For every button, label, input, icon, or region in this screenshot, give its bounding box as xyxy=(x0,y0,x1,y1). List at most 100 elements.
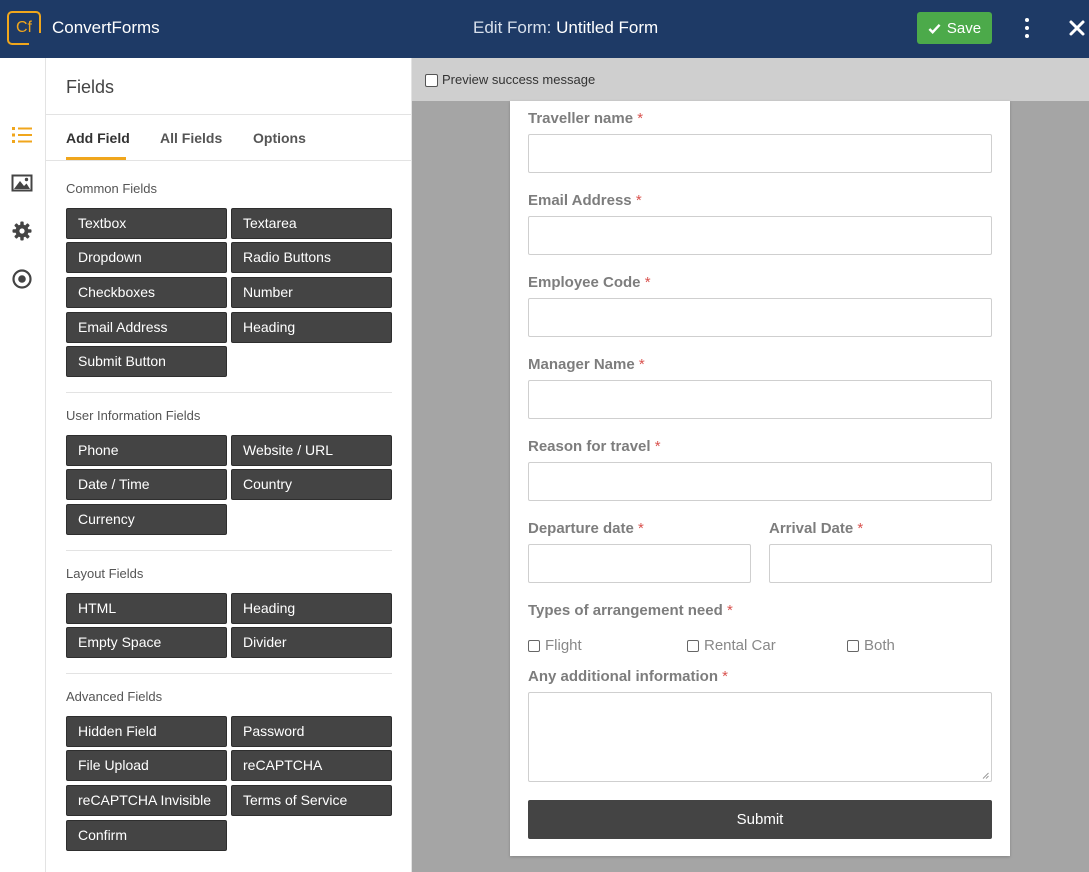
field-button-checkboxes[interactable]: Checkboxes xyxy=(66,277,227,308)
additional-information-textarea[interactable] xyxy=(528,692,992,782)
label-text: Arrival Date xyxy=(769,520,854,537)
field-button-hidden-field[interactable]: Hidden Field xyxy=(66,716,227,747)
field-button-empty-space[interactable]: Empty Space xyxy=(66,627,227,658)
label-text: Any additional information xyxy=(528,668,718,685)
field-button-email-address[interactable]: Email Address xyxy=(66,312,227,343)
manager-name-input[interactable] xyxy=(528,380,992,419)
field-button-layout-heading[interactable]: Heading xyxy=(231,593,392,624)
image-icon[interactable] xyxy=(11,172,33,194)
tab-all-fields[interactable]: All Fields xyxy=(160,130,222,146)
field-button-phone[interactable]: Phone xyxy=(66,435,227,466)
field-button-date-time[interactable]: Date / Time xyxy=(66,469,227,500)
required-mark: * xyxy=(644,274,651,291)
divider xyxy=(66,673,392,674)
field-button-heading[interactable]: Heading xyxy=(231,312,392,343)
employee-code-input[interactable] xyxy=(528,298,992,337)
field-label-email-address: Email Address * xyxy=(528,192,642,209)
group-title-advanced: Advanced Fields xyxy=(66,689,163,704)
checkbox-box[interactable] xyxy=(687,639,699,652)
departure-date-input[interactable] xyxy=(528,544,751,583)
logo-icon: Cf xyxy=(7,11,41,45)
tab-add-field[interactable]: Add Field xyxy=(66,130,130,146)
required-mark: * xyxy=(638,356,645,373)
field-button-recaptcha-invisible[interactable]: reCAPTCHA Invisible xyxy=(66,785,227,816)
field-label-reason-for-travel: Reason for travel * xyxy=(528,438,661,455)
field-button-terms-of-service[interactable]: Terms of Service xyxy=(231,785,392,816)
checkbox-flight[interactable]: Flight xyxy=(528,637,582,654)
email-address-input[interactable] xyxy=(528,216,992,255)
divider xyxy=(66,550,392,551)
field-button-password[interactable]: Password xyxy=(231,716,392,747)
check-icon xyxy=(928,23,941,34)
close-icon[interactable] xyxy=(1066,17,1088,39)
field-button-html[interactable]: HTML xyxy=(66,593,227,624)
submit-button[interactable]: Submit xyxy=(528,800,992,839)
label-text: Types of arrangement need xyxy=(528,602,723,619)
field-button-recaptcha[interactable]: reCAPTCHA xyxy=(231,750,392,781)
checkbox-box[interactable] xyxy=(847,639,859,652)
field-button-radio-buttons[interactable]: Radio Buttons xyxy=(231,242,392,273)
required-mark: * xyxy=(722,668,729,685)
required-mark: * xyxy=(726,602,733,619)
checkbox-label: Rental Car xyxy=(704,637,776,654)
label-text: Reason for travel xyxy=(528,438,651,455)
checkbox-label: Both xyxy=(864,637,895,654)
field-label-additional-information: Any additional information * xyxy=(528,668,728,685)
brand-name: ConvertForms xyxy=(52,18,160,37)
field-button-website-url[interactable]: Website / URL xyxy=(231,435,392,466)
field-label-employee-code: Employee Code * xyxy=(528,274,651,291)
top-bar: Cf ConvertForms Edit Form: Untitled Form… xyxy=(0,0,1089,58)
divider xyxy=(46,160,412,161)
field-label-traveller-name: Traveller name * xyxy=(528,110,643,127)
label-text: Email Address xyxy=(528,192,632,209)
field-button-number[interactable]: Number xyxy=(231,277,392,308)
preview-toolbar: Preview success message xyxy=(412,58,1089,101)
field-button-currency[interactable]: Currency xyxy=(66,504,227,535)
field-button-textarea[interactable]: Textarea xyxy=(231,208,392,239)
icon-rail xyxy=(0,58,46,872)
required-mark: * xyxy=(635,192,642,209)
label-text: Manager Name xyxy=(528,356,635,373)
checkbox-box[interactable] xyxy=(528,639,540,652)
arrival-date-input[interactable] xyxy=(769,544,992,583)
group-title-layout: Layout Fields xyxy=(66,566,144,581)
required-mark: * xyxy=(857,520,864,537)
preview-success-checkbox[interactable] xyxy=(425,74,438,87)
preview-success-label: Preview success message xyxy=(442,72,596,87)
list-icon[interactable] xyxy=(11,124,33,146)
logo-text: Cf xyxy=(16,19,32,36)
save-label: Save xyxy=(946,19,982,37)
label-text: Traveller name xyxy=(528,110,634,127)
field-button-textbox[interactable]: Textbox xyxy=(66,208,227,239)
required-mark: * xyxy=(654,438,661,455)
reason-for-travel-input[interactable] xyxy=(528,462,992,501)
field-button-dropdown[interactable]: Dropdown xyxy=(66,242,227,273)
checkbox-both[interactable]: Both xyxy=(847,637,895,654)
field-button-submit-button[interactable]: Submit Button xyxy=(66,346,227,377)
traveller-name-input[interactable] xyxy=(528,134,992,173)
more-vertical-icon[interactable] xyxy=(1018,16,1036,40)
field-button-file-upload[interactable]: File Upload xyxy=(66,750,227,781)
field-button-confirm[interactable]: Confirm xyxy=(66,820,227,851)
target-icon[interactable] xyxy=(11,268,33,290)
group-title-user-information: User Information Fields xyxy=(66,408,201,423)
field-label-arrangement-type: Types of arrangement need * xyxy=(528,602,733,619)
label-text: Employee Code xyxy=(528,274,641,291)
title-prefix: Edit Form: xyxy=(473,18,552,37)
tab-options[interactable]: Options xyxy=(253,130,306,146)
divider xyxy=(46,114,412,115)
gear-icon[interactable] xyxy=(11,220,33,242)
resize-grip-icon[interactable] xyxy=(982,772,989,779)
field-button-divider[interactable]: Divider xyxy=(231,627,392,658)
panel-title: Fields xyxy=(66,77,115,97)
divider xyxy=(66,392,392,393)
save-button[interactable]: Save xyxy=(917,12,992,44)
group-title-common: Common Fields xyxy=(66,181,158,196)
form-name: Untitled Form xyxy=(556,18,659,37)
checkbox-label: Flight xyxy=(545,637,582,654)
checkbox-rental-car[interactable]: Rental Car xyxy=(687,637,776,654)
field-label-departure-date: Departure date * xyxy=(528,520,644,537)
field-button-country[interactable]: Country xyxy=(231,469,392,500)
field-label-arrival-date: Arrival Date * xyxy=(769,520,863,537)
page-title: Edit Form: Untitled Form xyxy=(473,18,658,38)
